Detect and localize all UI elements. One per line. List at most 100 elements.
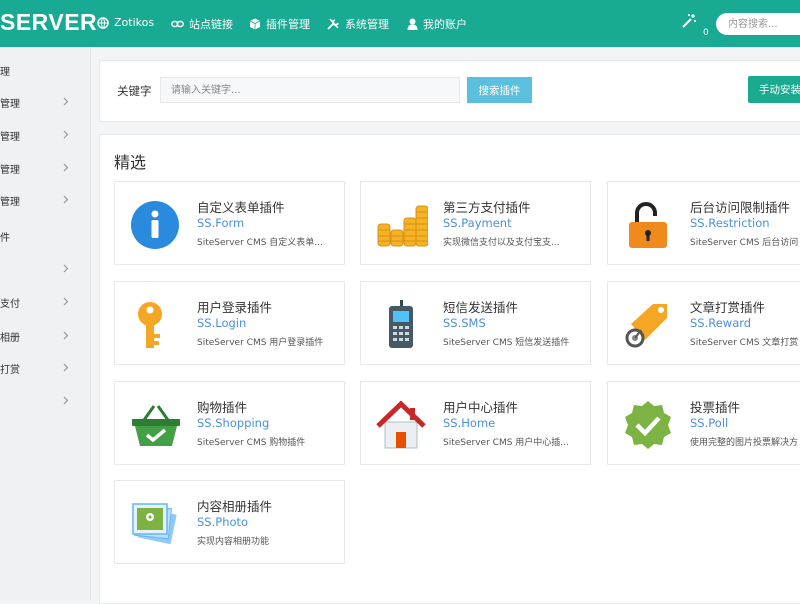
sidebar-item-label: 管理	[0, 132, 20, 143]
plugin-title: 用户登录插件	[197, 300, 273, 315]
plugin-card-restriction[interactable]: 后台访问限制插件 SS.Restriction SiteServer CMS 后…	[607, 181, 800, 265]
plugin-code[interactable]: SS.Shopping	[197, 416, 269, 430]
top-navbar: SERVER Zotikos 站点链接 插件管理 系统管理 我的账户 0	[0, 0, 800, 47]
sidebar-item[interactable]: 管理	[0, 190, 90, 210]
plugin-card-form[interactable]: 自定义表单插件 SS.Form SiteServer CMS 自定义表单...	[114, 181, 345, 265]
sidebar-item-label: 管理	[0, 165, 20, 176]
plugin-description: 实现内容相册功能	[197, 537, 270, 547]
plugin-title: 用户中心插件	[443, 400, 519, 415]
basket-icon	[132, 405, 180, 446]
nav-item-my-account[interactable]: 我的账户	[407, 16, 467, 32]
key-icon	[138, 302, 162, 348]
house-icon	[376, 400, 426, 449]
nav-item-zotikos[interactable]: Zotikos	[97, 16, 154, 29]
nav-label: 插件管理	[266, 18, 310, 31]
info-icon	[131, 201, 179, 249]
phone-icon	[389, 300, 413, 348]
plugin-description: SiteServer CMS 短信发送插件	[443, 338, 570, 348]
sidebar-item-label: 支付	[0, 299, 20, 310]
chevron-right-icon	[63, 331, 69, 340]
plugin-code[interactable]: SS.Login	[197, 316, 246, 330]
coins-icon	[377, 205, 428, 247]
plugin-description: 使用完整的图片投票解决方	[690, 438, 799, 448]
plugin-code[interactable]: SS.Payment	[443, 216, 512, 230]
plugin-description: SiteServer CMS 文章打赏	[690, 338, 799, 348]
plugin-title: 购物插件	[197, 400, 248, 415]
plugin-code[interactable]: SS.Form	[197, 216, 244, 230]
plugin-card-photo[interactable]: 内容相册插件 SS.Photo 实现内容相册功能	[114, 480, 345, 564]
plugin-title: 短信发送插件	[443, 300, 519, 315]
plugin-card-shopping[interactable]: 购物插件 SS.Shopping SiteServer CMS 购物插件	[114, 381, 345, 465]
user-icon	[407, 18, 418, 30]
chevron-right-icon	[63, 363, 69, 372]
sidebar-item-label: 件	[0, 233, 10, 244]
sidebar-item[interactable]: 件	[0, 226, 90, 246]
plugin-card-payment[interactable]: 第三方支付插件 SS.Payment 实现微信支付以及支付宝支...	[360, 181, 591, 265]
nav-label: 系统管理	[345, 18, 389, 31]
plugin-description: SiteServer CMS 用户登录插件	[197, 338, 324, 348]
chevron-right-icon	[63, 396, 69, 405]
plugin-title: 内容相册插件	[197, 499, 273, 514]
chevron-right-icon	[63, 264, 69, 273]
content-search-input[interactable]	[716, 13, 800, 35]
plugin-code[interactable]: SS.Reward	[690, 316, 751, 330]
nav-label: 我的账户	[423, 18, 467, 31]
manual-install-button[interactable]: 手动安装插件	[748, 76, 800, 103]
chevron-right-icon	[63, 130, 69, 139]
plugin-title: 文章打赏插件	[690, 300, 766, 315]
photos-icon	[132, 503, 177, 545]
plugin-card-login[interactable]: 用户登录插件 SS.Login SiteServer CMS 用户登录插件	[114, 281, 345, 365]
plugin-code[interactable]: SS.SMS	[443, 316, 486, 330]
plugin-card-reward[interactable]: 文章打赏插件 SS.Reward SiteServer CMS 文章打赏	[607, 281, 800, 365]
notification-count: 0	[703, 28, 709, 38]
sidebar-item-label: 管理	[0, 99, 20, 110]
sidebar-item[interactable]: 管理	[0, 158, 90, 178]
tools-icon	[327, 18, 339, 30]
sidebar-item[interactable]: 理	[0, 60, 90, 80]
search-plugin-button[interactable]: 搜索插件	[467, 77, 532, 103]
nav-label: Zotikos	[114, 16, 155, 29]
logo[interactable]: SERVER	[0, 9, 97, 36]
nav-label: 站点链接	[189, 18, 233, 31]
nav-item-system-management[interactable]: 系统管理	[327, 16, 389, 32]
plugin-code[interactable]: SS.Home	[443, 416, 495, 430]
plugin-description: SiteServer CMS 购物插件	[197, 438, 306, 448]
plugin-description: 实现微信支付以及支付宝支...	[443, 238, 560, 248]
sidebar-item-label: 打赏	[0, 365, 20, 376]
plugin-card-sms[interactable]: 短信发送插件 SS.SMS SiteServer CMS 短信发送插件	[360, 281, 591, 365]
globe-icon	[97, 16, 109, 29]
sidebar-item[interactable]: 管理	[0, 92, 90, 112]
sidebar-item[interactable]: 管理	[0, 125, 90, 145]
sidebar-item[interactable]: 打赏	[0, 358, 90, 378]
keyword-label: 关键字	[117, 84, 152, 98]
section-title: 精选	[114, 153, 147, 172]
plugin-description: SiteServer CMS 用户中心插...	[443, 438, 569, 448]
plugin-title: 自定义表单插件	[197, 200, 285, 215]
plugin-code[interactable]: SS.Photo	[197, 515, 248, 529]
cube-icon	[249, 18, 261, 30]
keyword-input[interactable]	[160, 77, 460, 103]
check-badge-icon	[625, 401, 671, 449]
chevron-right-icon	[63, 195, 69, 204]
sidebar-item[interactable]	[0, 259, 90, 279]
plugin-card-poll[interactable]: 投票插件 SS.Poll 使用完整的图片投票解决方	[607, 381, 800, 465]
nav-item-plugin-management[interactable]: 插件管理	[249, 16, 310, 32]
plugin-title: 第三方支付插件	[443, 200, 531, 215]
chevron-right-icon	[63, 97, 69, 106]
chevron-right-icon	[63, 297, 69, 306]
plugin-title: 投票插件	[690, 400, 741, 415]
magic-wand-icon[interactable]	[681, 13, 697, 29]
sidebar-item-label: 相册	[0, 333, 20, 344]
nav-item-site-links[interactable]: 站点链接	[171, 16, 233, 32]
plugin-code[interactable]: SS.Restriction	[690, 216, 770, 230]
plugin-card-home[interactable]: 用户中心插件 SS.Home SiteServer CMS 用户中心插...	[360, 381, 591, 465]
sidebar-item[interactable]	[0, 391, 90, 411]
price-tag-icon	[625, 304, 667, 348]
sidebar-item-label: 理	[0, 67, 10, 78]
plugin-code[interactable]: SS.Poll	[690, 416, 728, 430]
plugin-title: 后台访问限制插件	[690, 200, 791, 215]
padlock-icon	[629, 202, 667, 248]
plugin-description: SiteServer CMS 后台访问	[690, 238, 799, 248]
sidebar-item[interactable]: 相册	[0, 326, 90, 346]
sidebar-item[interactable]: 支付	[0, 292, 90, 312]
